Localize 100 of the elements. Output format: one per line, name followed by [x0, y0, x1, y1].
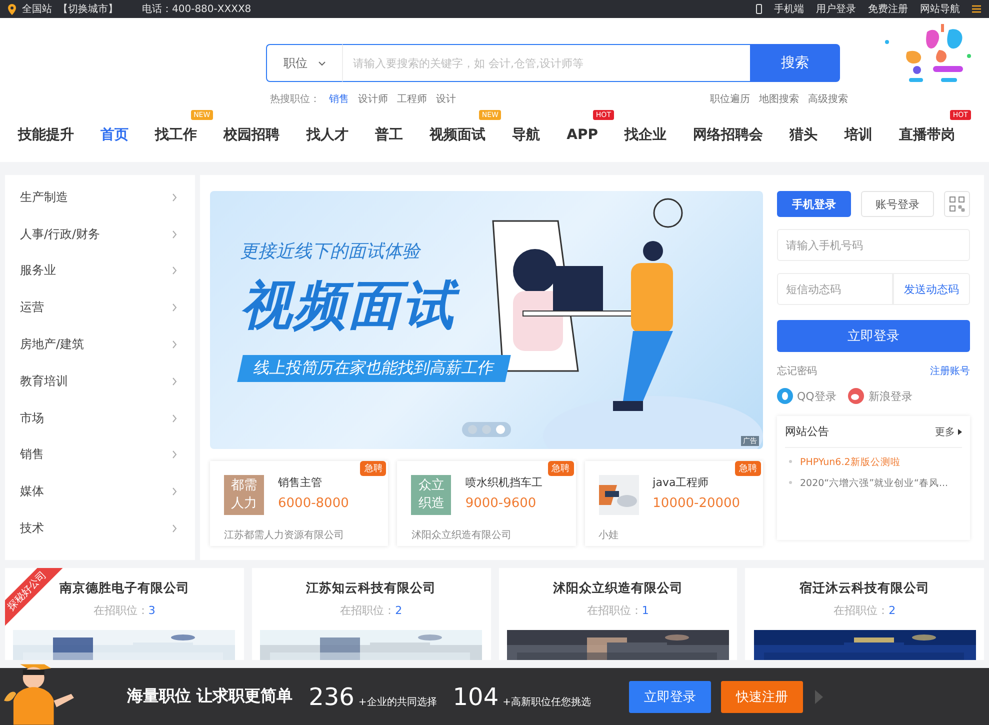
top-link[interactable]: 免费注册	[868, 2, 908, 16]
nav-tab[interactable]: 普工	[374, 127, 403, 149]
nav-tab[interactable]: 导航	[512, 127, 540, 149]
forgot-password-link[interactable]: 忘记密码	[777, 364, 817, 378]
open-positions: 在招职位：3	[93, 603, 156, 618]
next-arrow-icon[interactable]	[814, 690, 823, 704]
open-positions: 在招职位：2	[834, 603, 896, 618]
company-name: 宿迁沐云科技有限公司	[800, 580, 930, 597]
company-logo: 都需 人力	[224, 475, 264, 515]
nav-tab[interactable]: 找企业	[624, 127, 667, 149]
category-item[interactable]: 运营	[5, 289, 195, 326]
hot-search-link[interactable]: 设计	[436, 92, 456, 106]
nav-tab[interactable]: 猎头	[790, 127, 818, 149]
nav-tab[interactable]: 找工作	[155, 127, 198, 149]
category-item[interactable]: 生产制造	[5, 179, 195, 216]
search-option-link[interactable]: 职位遍历	[710, 92, 750, 106]
category-item[interactable]: 市场	[5, 400, 195, 437]
nav-tab[interactable]: 技能提升	[18, 127, 74, 149]
job-title: 喷水织机挡车工	[465, 475, 544, 490]
urgent-tag: 急聘	[548, 461, 574, 476]
top-link[interactable]: 网站导航	[920, 2, 960, 16]
phone-number: 电话：400-880-XXXX8	[142, 2, 252, 16]
chevron-right-icon	[172, 376, 177, 386]
company-card[interactable]: 宿迁沐云科技有限公司 在招职位：2	[745, 568, 984, 660]
job-salary: 10000-20000	[652, 496, 742, 511]
nav-tab[interactable]: APP	[566, 127, 598, 149]
banner-slogan: 线上投简历在家也能找到高薪工作	[237, 355, 511, 382]
search-field[interactable]: 请输入要搜索的关键字，如 会计,仓管,设计师等	[342, 44, 750, 82]
search-option-link[interactable]: 地图搜索	[759, 92, 799, 106]
search-option-link[interactable]: 高级搜索	[808, 92, 848, 106]
carousel-dot[interactable]	[496, 425, 505, 434]
category-item[interactable]: 销售	[5, 436, 195, 474]
login-button[interactable]: 立即登录	[777, 320, 970, 352]
hot-search-link[interactable]: 设计师	[358, 92, 388, 106]
category-item[interactable]: 房地产/建筑	[5, 326, 195, 363]
nav-tab[interactable]: 校园招聘	[224, 127, 280, 149]
category-item[interactable]: 人事/行政/财务	[5, 216, 195, 253]
sms-code-field[interactable]: 短信动态码	[777, 273, 893, 305]
nav-tab[interactable]: 首页	[100, 127, 129, 149]
chevron-right-icon	[172, 303, 177, 312]
switch-city-link[interactable]: 【切换城市】	[58, 2, 118, 16]
nav-tab[interactable]: 培训	[844, 127, 872, 149]
job-card[interactable]: 都需 人力 销售主管 6000-8000 江苏都需人力资源有限公司 急聘	[210, 461, 388, 546]
open-positions: 在招职位：1	[586, 603, 649, 618]
category-item[interactable]: 技术	[5, 510, 195, 547]
chevron-right-icon	[172, 266, 177, 276]
chevron-right-icon	[172, 192, 177, 202]
job-title: java工程师	[652, 475, 710, 490]
company-name: 江苏都需人力资源有限公司	[224, 528, 345, 542]
qr-code-button[interactable]	[944, 191, 970, 217]
company-name: 小娃	[598, 528, 620, 542]
search-button[interactable]: 搜索	[750, 44, 840, 82]
stat-number: 104	[452, 682, 499, 710]
hot-search-link[interactable]: 工程师	[397, 92, 427, 106]
nav-tab[interactable]: 直播带岗	[898, 127, 955, 149]
nav-tab[interactable]: 找人才	[306, 127, 348, 149]
job-card[interactable]: java工程师 10000-20000 小娃 急聘	[584, 461, 763, 546]
social-login-link[interactable]: 新浪登录	[848, 388, 912, 404]
menu-icon[interactable]	[972, 5, 981, 13]
nav-tab[interactable]: 网络招聘会	[693, 127, 764, 149]
category-item[interactable]: 媒体	[5, 473, 195, 510]
promo-slogan: 海量职位 让求职更简单	[127, 686, 293, 707]
company-card[interactable]: 江苏知云科技有限公司 在招职位：2	[252, 568, 490, 660]
more-link[interactable]: 更多	[935, 424, 962, 438]
nav-tab[interactable]: 视频面试	[429, 127, 486, 149]
top-link[interactable]: 用户登录	[816, 2, 856, 16]
chevron-right-icon	[172, 450, 177, 460]
job-card[interactable]: 众立 织造 喷水织机挡车工 9000-9600 沭阳众立织造有限公司 急聘	[397, 461, 576, 546]
company-name: 江苏知云科技有限公司	[306, 580, 436, 597]
company-card[interactable]: 沭阳众立织造有限公司 在招职位：1	[498, 568, 738, 660]
company-name: 沭阳众立织造有限公司	[552, 580, 683, 597]
hot-search-link[interactable]: 销售	[329, 92, 349, 106]
urgent-tag: 急聘	[360, 461, 386, 476]
job-title: 销售主管	[278, 475, 323, 490]
company-name: 沭阳众立织造有限公司	[411, 528, 512, 542]
hot-search-label: 热搜职位：	[270, 92, 320, 106]
search-type-select[interactable]: 职位	[266, 44, 342, 82]
qr-code-icon	[949, 196, 965, 212]
chevron-down-icon	[318, 60, 326, 66]
current-site: 全国站	[22, 2, 52, 16]
location-pin-icon	[8, 4, 16, 14]
stat-label: +企业的共同选择	[358, 696, 437, 708]
login-tab[interactable]: 账号登录	[860, 191, 934, 217]
send-code-button[interactable]: 发送动态码	[893, 273, 970, 305]
phone-field[interactable]: 请输入手机号码	[777, 229, 970, 261]
register-link[interactable]: 注册账号	[930, 364, 970, 378]
chevron-right-icon	[172, 524, 177, 534]
chevron-right-icon	[172, 340, 177, 350]
caret-right-icon	[958, 428, 962, 434]
category-item[interactable]: 服务业	[5, 252, 195, 290]
open-positions: 在招职位：2	[340, 603, 402, 618]
company-name: 南京德胜电子有限公司	[59, 580, 190, 597]
stat-number: 236	[308, 682, 354, 710]
login-button[interactable]: 立即登录	[628, 680, 711, 712]
chevron-right-icon	[172, 487, 177, 496]
top-link[interactable]: 手机端	[774, 2, 804, 16]
login-tab[interactable]: 手机登录	[777, 191, 850, 217]
social-login-link[interactable]: QQ登录	[777, 388, 836, 404]
notice-item[interactable]: 2020“六增六强”就业创业“春风...	[785, 477, 962, 490]
category-item[interactable]: 教育培训	[5, 362, 195, 400]
